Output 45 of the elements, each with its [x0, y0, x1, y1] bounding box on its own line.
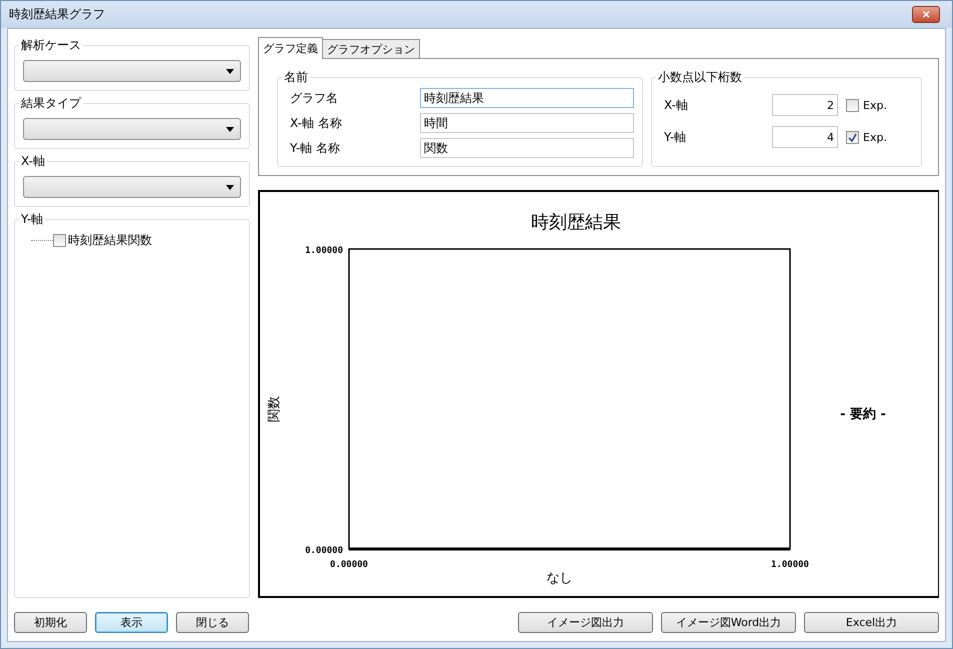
group-title: 小数点以下桁数 [657, 69, 743, 86]
field-label: X-軸 [664, 96, 689, 114]
group-title: 結果タイプ [20, 95, 82, 112]
input-field[interactable]: 時刻歴結果 [420, 88, 634, 108]
chart-title: 時刻歴結果 [531, 212, 621, 233]
checkbox-label[interactable]: Exp. [863, 130, 887, 144]
checkbox[interactable] [846, 130, 859, 144]
legend-title: - 要約 - [840, 407, 886, 422]
input-field[interactable]: 時間 [420, 113, 634, 133]
field-label: Y-軸 名称 [290, 140, 342, 156]
group-title: Y-軸 [20, 211, 44, 228]
button[interactable]: 初期化 [14, 612, 87, 633]
field-label: Y-軸 [664, 128, 688, 146]
y-tick-label: 0.00000 [305, 546, 343, 556]
checkbox-label[interactable]: Exp. [863, 98, 887, 112]
button[interactable]: 閉じる [176, 612, 249, 633]
button[interactable]: 表示 [95, 612, 168, 633]
tree-item-label[interactable]: 時刻歴結果関数 [68, 232, 152, 249]
input-field[interactable]: 4 [772, 126, 838, 148]
x-tick-label: 0.00000 [330, 560, 368, 570]
tree-checkbox[interactable] [53, 234, 66, 247]
group-title: 名前 [283, 69, 309, 86]
caret-icon [226, 126, 234, 132]
button[interactable]: Excel出力 [804, 612, 939, 633]
input-field[interactable]: 関数 [420, 138, 634, 158]
button[interactable]: イメージ図出力 [518, 612, 653, 633]
window-title: 時刻歴結果グラフ [9, 6, 105, 23]
y-axis-label: 関数 [267, 396, 282, 422]
caret-icon [226, 68, 234, 74]
group-title: 解析ケース [20, 37, 82, 54]
input-field[interactable]: 2 [772, 94, 838, 116]
dropdown[interactable] [23, 176, 241, 198]
checkbox[interactable] [846, 98, 859, 112]
group-title: X-軸 [20, 153, 46, 170]
y-tick-label: 1.00000 [305, 246, 343, 256]
dropdown[interactable] [23, 60, 241, 82]
button[interactable]: イメージ図Word出力 [661, 612, 796, 633]
field-label: グラフ名 [290, 90, 339, 106]
tab[interactable]: グラフ定義 [258, 37, 323, 59]
caret-icon [226, 184, 234, 190]
x-tick-label: 1.00000 [771, 560, 809, 570]
dropdown[interactable] [23, 118, 241, 140]
tab[interactable]: グラフオプション [322, 39, 420, 59]
x-axis-label: なし [546, 571, 572, 586]
field-label: X-軸 名称 [290, 114, 343, 132]
